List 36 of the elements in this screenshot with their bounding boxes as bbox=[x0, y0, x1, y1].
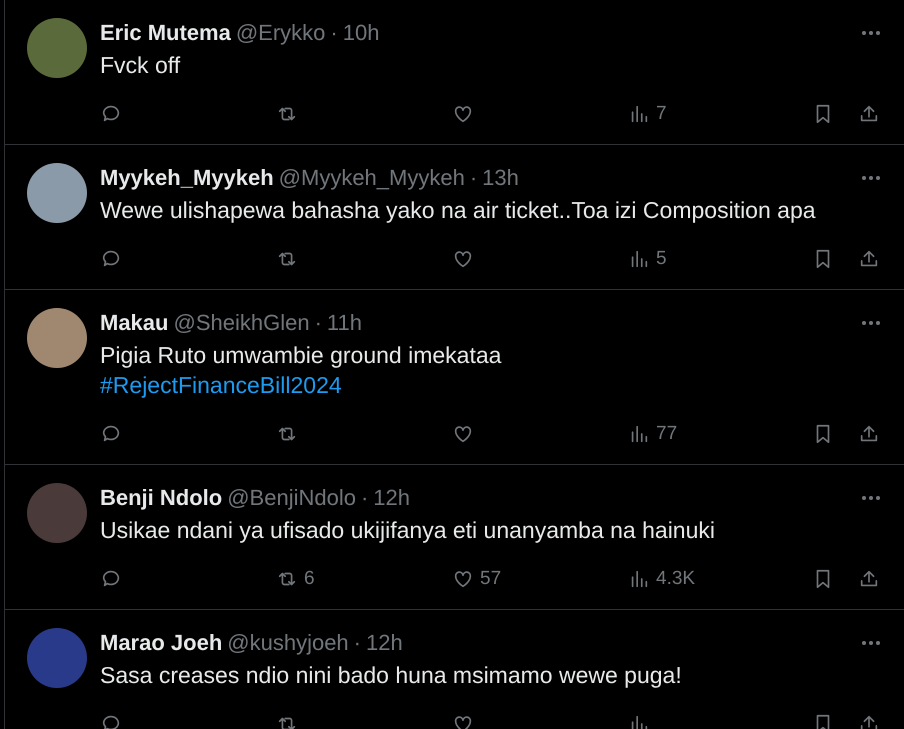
user-handle[interactable]: @Myykeh_Myykeh bbox=[278, 163, 465, 193]
separator-dot: · bbox=[354, 629, 361, 657]
post-text: Pigia Ruto umwambie ground imekataa bbox=[100, 341, 502, 370]
post-text: Usikae ndani ya ufisado ukijifanya eti unanyamba na hainuki bbox=[100, 516, 716, 545]
user-handle[interactable]: @BenjiNdolo bbox=[227, 483, 356, 513]
user-handle[interactable]: @Erykko bbox=[236, 18, 326, 48]
post-text: Fvck off bbox=[100, 51, 182, 80]
post-time[interactable]: 12h bbox=[373, 483, 410, 513]
user-name[interactable]: Benji Ndolo bbox=[100, 483, 222, 513]
views-button[interactable]: 7 bbox=[628, 103, 667, 125]
post-time[interactable]: 13h bbox=[482, 163, 519, 193]
reply-button[interactable] bbox=[100, 713, 122, 729]
repost-button[interactable]: 6 bbox=[276, 568, 315, 590]
user-name[interactable]: Myykeh_Myykeh bbox=[100, 163, 274, 193]
views-button[interactable]: 77 bbox=[628, 423, 678, 445]
user-name[interactable]: Marao Joeh bbox=[100, 628, 222, 658]
post-time[interactable]: 10h bbox=[342, 18, 380, 48]
user-handle[interactable]: @SheikhGlen bbox=[173, 308, 310, 338]
separator-dot: · bbox=[360, 484, 368, 512]
like-button[interactable]: 57 bbox=[452, 568, 502, 590]
post-text: Wewe ulishapewa bahasha yako na air ticket..Toa izi Composition apa bbox=[100, 196, 817, 225]
speech-bubble-icon bbox=[100, 713, 122, 729]
user-name[interactable]: Eric Mutema bbox=[100, 18, 231, 48]
views-button[interactable]: 5 bbox=[628, 248, 667, 270]
user-name[interactable]: Makau bbox=[100, 308, 168, 338]
post-time[interactable]: 12h bbox=[366, 628, 403, 658]
separator-dot: · bbox=[314, 309, 322, 337]
separator-dot: · bbox=[330, 19, 338, 47]
views-button[interactable]: 4.3K bbox=[628, 568, 696, 590]
share-button[interactable] bbox=[858, 713, 880, 729]
post-time[interactable]: 11h bbox=[326, 308, 362, 338]
separator-dot: · bbox=[470, 164, 478, 192]
hashtag-link[interactable]: #RejectFinanceBill2024 bbox=[100, 370, 888, 400]
user-handle[interactable]: @kushyjoeh bbox=[227, 628, 349, 658]
post-text: Sasa creases ndio nini bado huna msimamo wewe puga! bbox=[100, 661, 683, 690]
share-icon bbox=[858, 713, 880, 729]
